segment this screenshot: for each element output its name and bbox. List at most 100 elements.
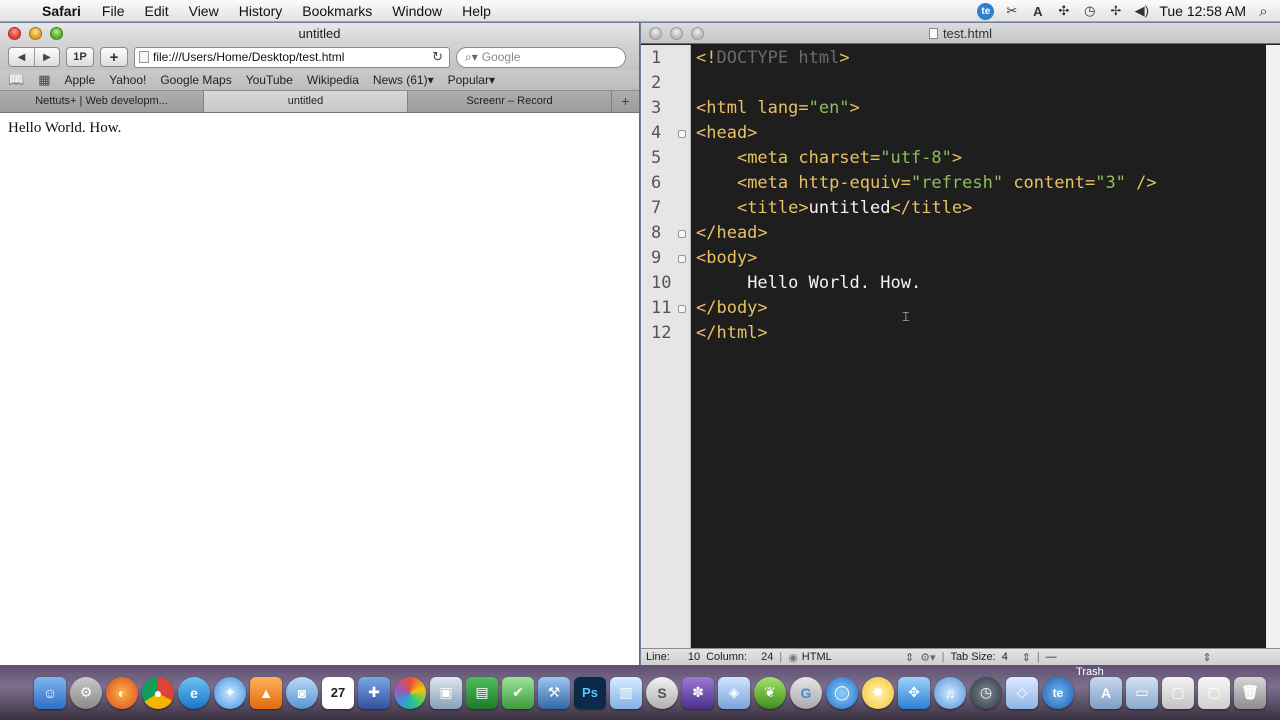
virtualbox-icon[interactable]: ◈ bbox=[718, 676, 750, 709]
coda-icon[interactable]: ❦ bbox=[754, 676, 786, 709]
line-label: Line: bbox=[646, 651, 670, 663]
numbers-icon[interactable]: ▤ bbox=[466, 676, 498, 709]
time-machine-icon[interactable]: ◷ bbox=[1081, 3, 1098, 20]
editor-minimize-button[interactable] bbox=[670, 27, 683, 40]
network-icon[interactable]: ✣ bbox=[1055, 3, 1072, 20]
safari-icon[interactable]: ✦ bbox=[214, 676, 246, 709]
textexpander-dock-icon[interactable]: te bbox=[1042, 676, 1074, 709]
tab-nettuts[interactable]: Nettuts+ | Web developm... bbox=[0, 91, 204, 112]
system-preferences-icon[interactable]: ⚙ bbox=[70, 676, 102, 709]
ichat-icon[interactable]: ◯ bbox=[826, 676, 858, 709]
tab-size-value[interactable]: 4 bbox=[1002, 651, 1016, 663]
fold-toggle-icon[interactable] bbox=[678, 255, 686, 263]
picasa-icon[interactable] bbox=[394, 676, 426, 709]
menu-app-name[interactable]: Safari bbox=[38, 3, 92, 19]
chrome-icon[interactable]: ● bbox=[142, 676, 174, 709]
menu-view[interactable]: View bbox=[179, 3, 229, 19]
tab-untitled[interactable]: untitled bbox=[204, 91, 408, 112]
add-bookmark-button[interactable]: + bbox=[100, 47, 128, 67]
fold-toggle-icon[interactable] bbox=[678, 230, 686, 238]
vlc-icon[interactable]: ▲ bbox=[250, 676, 282, 709]
preview-icon[interactable]: ▣ bbox=[430, 676, 462, 709]
bookmark-popular[interactable]: Popular▾ bbox=[448, 73, 495, 87]
editor-titlebar[interactable]: test.html bbox=[641, 23, 1280, 44]
line-number: 3 bbox=[651, 98, 662, 118]
forward-button[interactable]: ▶ bbox=[34, 48, 59, 66]
sequel-icon[interactable]: S bbox=[646, 676, 678, 709]
menu-help[interactable]: Help bbox=[452, 3, 501, 19]
zoom-window-button[interactable] bbox=[50, 27, 63, 40]
fold-toggle-icon[interactable] bbox=[678, 130, 686, 138]
address-bar[interactable]: file:///Users/Home/Desktop/test.html ↻ bbox=[134, 46, 450, 68]
bundle-gear-icon[interactable]: ⚙▾ bbox=[920, 651, 935, 664]
dashboard-icon[interactable]: ✚ bbox=[358, 676, 390, 709]
internet-explorer-icon[interactable]: e bbox=[178, 676, 210, 709]
downloads-stack-icon[interactable]: ▢ bbox=[1162, 676, 1194, 709]
editor-close-button[interactable] bbox=[649, 27, 662, 40]
safari-titlebar[interactable]: untitled bbox=[0, 23, 639, 44]
editor-zoom-button[interactable] bbox=[691, 27, 704, 40]
bookmark-news[interactable]: News (61)▾ bbox=[373, 73, 434, 87]
database-icon[interactable]: ▥ bbox=[610, 676, 642, 709]
textexpander-icon[interactable]: te bbox=[977, 2, 995, 20]
font-icon[interactable]: A bbox=[1029, 3, 1046, 20]
spotlight-search-icon[interactable]: ⌕ bbox=[1255, 3, 1272, 20]
scissors-icon[interactable]: ✂ bbox=[1003, 3, 1020, 20]
tab-size-label[interactable]: Tab Size: bbox=[950, 651, 995, 663]
fold-toggle-icon[interactable] bbox=[678, 305, 686, 313]
bookmark-apple[interactable]: Apple bbox=[64, 73, 95, 87]
editor-window-controls bbox=[649, 27, 704, 40]
bookmark-google-maps[interactable]: Google Maps bbox=[160, 73, 231, 87]
volume-icon[interactable]: ◀) bbox=[1133, 3, 1150, 20]
bookmark-youtube[interactable]: YouTube bbox=[246, 73, 293, 87]
close-window-button[interactable] bbox=[8, 27, 21, 40]
finder-icon[interactable]: ☺ bbox=[34, 676, 66, 709]
back-button[interactable]: ◀ bbox=[9, 48, 34, 66]
code-editor[interactable]: <!DOCTYPE html> <html lang="en"> <head> … bbox=[691, 45, 1280, 648]
growl-icon[interactable]: G bbox=[790, 676, 822, 709]
minimize-window-button[interactable] bbox=[29, 27, 42, 40]
new-tab-button[interactable]: + bbox=[612, 91, 639, 112]
xcode-icon[interactable]: ⚒ bbox=[538, 676, 570, 709]
top-sites-grid-icon[interactable]: ▦ bbox=[38, 72, 50, 88]
line-value: 10 bbox=[687, 651, 701, 663]
menu-extras: te ✂ A ✣ ◷ ✢ ◀) Tue 12:58 AM ⌕ bbox=[977, 0, 1272, 22]
onepassword-button[interactable]: 1P bbox=[66, 47, 94, 67]
documents-stack-icon[interactable]: ▭ bbox=[1126, 676, 1158, 709]
cube-app-icon[interactable]: ◇ bbox=[1006, 676, 1038, 709]
reading-list-icon[interactable]: 📖 bbox=[8, 72, 24, 88]
firefox-icon[interactable]: ◐ bbox=[106, 676, 138, 709]
photoshop-icon[interactable]: Ps bbox=[574, 676, 606, 709]
back-forward-buttons: ◀ ▶ bbox=[8, 47, 60, 67]
cyberduck-icon[interactable]: ✸ bbox=[862, 676, 894, 709]
things-icon[interactable]: ✔ bbox=[502, 676, 534, 709]
reload-icon[interactable]: ↻ bbox=[432, 49, 443, 65]
bluetooth-icon[interactable]: ✢ bbox=[1107, 3, 1124, 20]
search-field[interactable]: ⌕▾ Google bbox=[456, 46, 626, 68]
desktop-stack-icon[interactable]: ▢ bbox=[1198, 676, 1230, 709]
code-line: <head> bbox=[696, 123, 758, 143]
facetime-icon[interactable]: ◙ bbox=[286, 676, 318, 709]
photo-booth-icon[interactable]: ✽ bbox=[682, 676, 714, 709]
calendar-icon[interactable]: 27 bbox=[322, 676, 354, 709]
language-selector[interactable]: ◉ HTML ⇕ bbox=[788, 651, 914, 664]
applications-stack-icon[interactable]: A bbox=[1090, 676, 1122, 709]
tab-size-chevron-icon[interactable]: ⇕ bbox=[1022, 651, 1031, 664]
bookmark-yahoo[interactable]: Yahoo! bbox=[109, 73, 146, 87]
bookmark-wikipedia[interactable]: Wikipedia bbox=[307, 73, 359, 87]
menu-file[interactable]: File bbox=[92, 3, 135, 19]
menu-history[interactable]: History bbox=[229, 3, 293, 19]
menu-bookmarks[interactable]: Bookmarks bbox=[292, 3, 382, 19]
menu-clock[interactable]: Tue 12:58 AM bbox=[1159, 3, 1246, 19]
tab-screenr[interactable]: Screenr – Record bbox=[408, 91, 612, 112]
line-number: 1 bbox=[651, 48, 662, 68]
menu-window[interactable]: Window bbox=[382, 3, 452, 19]
time-machine-icon[interactable]: ◷ bbox=[970, 676, 1002, 709]
menu-edit[interactable]: Edit bbox=[134, 3, 178, 19]
dropbox-icon[interactable]: ✥ bbox=[898, 676, 930, 709]
trash-icon[interactable]: 🗑 bbox=[1234, 676, 1266, 709]
symbol-selector[interactable]: — ⇕ bbox=[1046, 651, 1212, 664]
address-bar-url[interactable]: file:///Users/Home/Desktop/test.html bbox=[153, 50, 428, 64]
trash-tooltip-label: Trash bbox=[1076, 666, 1104, 678]
itunes-icon[interactable]: ♫ bbox=[934, 676, 966, 709]
